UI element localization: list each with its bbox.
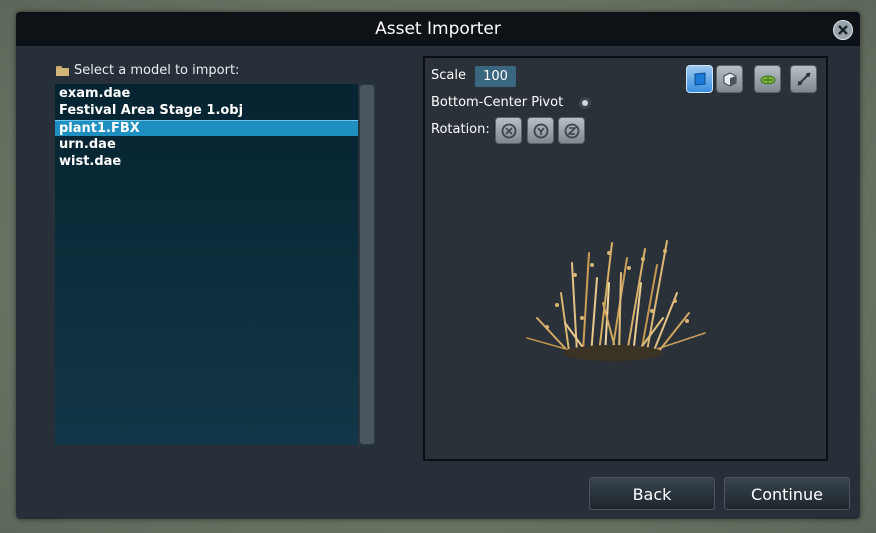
- list-item-selected[interactable]: plant1.FBX: [55, 120, 358, 136]
- folder-icon: [56, 66, 70, 77]
- pivot-label: Bottom-Center Pivot: [431, 95, 564, 110]
- file-list-label: Select a model to import:: [74, 62, 240, 78]
- lod-view-icon: [723, 72, 737, 87]
- rotation-label: Rotation:: [431, 122, 490, 137]
- file-list-scrollbar[interactable]: [359, 84, 375, 445]
- pivot-radio[interactable]: [579, 97, 591, 109]
- list-item[interactable]: wist.dae: [55, 154, 358, 170]
- texture-view-icon: [760, 75, 776, 85]
- asset-importer-dialog: Asset Importer Select a model to import:…: [16, 12, 860, 519]
- scale-label: Scale: [431, 68, 466, 83]
- wireframe-view-button[interactable]: [790, 65, 817, 93]
- model-preview-panel[interactable]: Scale 100 Bottom-Center Pivot Rotation:: [423, 56, 828, 461]
- texture-view-button[interactable]: [754, 65, 781, 93]
- close-button[interactable]: [833, 20, 853, 40]
- close-icon: [838, 25, 848, 35]
- continue-button[interactable]: Continue: [724, 477, 850, 510]
- file-list-header: Select a model to import:: [56, 61, 239, 79]
- rotate-y-button[interactable]: [527, 117, 554, 144]
- rotate-x-icon: [501, 123, 517, 139]
- window-title: Asset Importer: [375, 19, 501, 39]
- wireframe-view-icon: [797, 72, 811, 86]
- scale-input[interactable]: 100: [475, 66, 516, 87]
- lod-view-button[interactable]: [716, 65, 743, 93]
- mesh-view-button[interactable]: [686, 65, 713, 93]
- list-item[interactable]: Festival Area Stage 1.obj: [55, 103, 358, 119]
- rotate-z-button[interactable]: [558, 117, 585, 144]
- rotate-y-icon: [533, 123, 549, 139]
- list-item[interactable]: urn.dae: [55, 137, 358, 153]
- rotate-z-icon: [564, 123, 580, 139]
- scrollbar-thumb[interactable]: [360, 85, 374, 444]
- plant-model-preview: [526, 240, 706, 361]
- title-bar: Asset Importer: [16, 12, 860, 46]
- model-file-list[interactable]: exam.dae Festival Area Stage 1.obj plant…: [55, 84, 358, 445]
- list-item[interactable]: exam.dae: [55, 86, 358, 102]
- back-button[interactable]: Back: [589, 477, 715, 510]
- rotate-x-button[interactable]: [495, 117, 522, 144]
- mesh-view-icon: [694, 72, 706, 86]
